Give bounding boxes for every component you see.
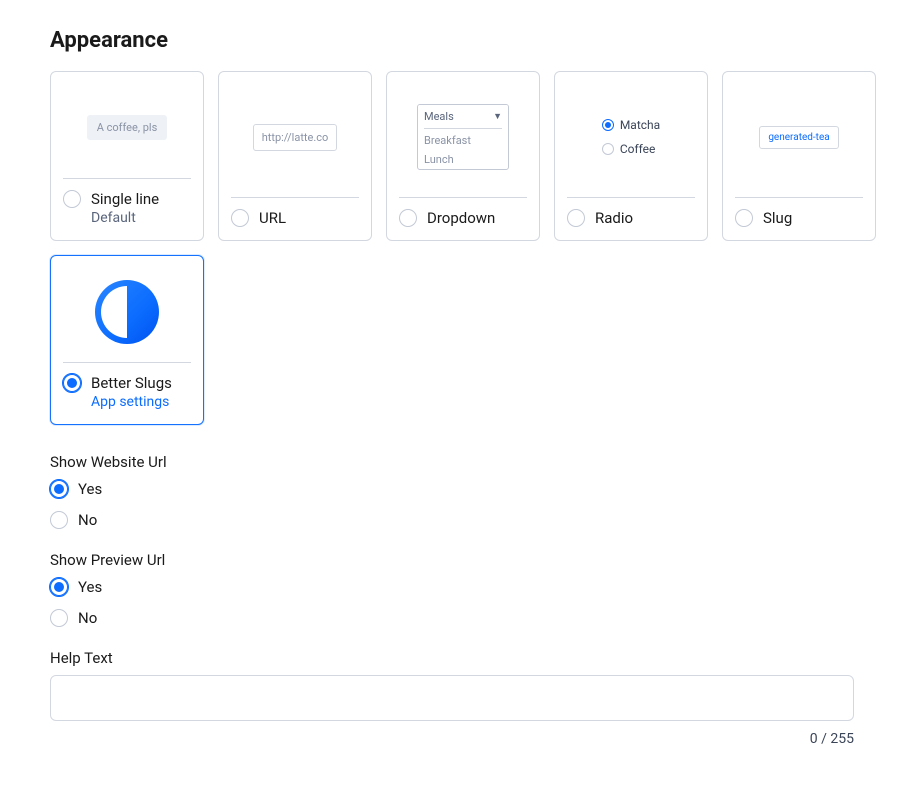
option-yes[interactable]: Yes	[50, 577, 854, 596]
option-label: No	[78, 511, 97, 529]
card-preview: Meals ▼ Breakfast Lunch	[399, 82, 527, 195]
char-counter: 0 / 255	[50, 731, 854, 747]
help-text-input[interactable]	[50, 675, 854, 721]
card-divider	[399, 197, 527, 198]
option-label: No	[78, 609, 97, 627]
card-sublabel: Default	[91, 209, 159, 228]
radio-selected-icon	[50, 578, 68, 596]
card-divider	[231, 197, 359, 198]
app-settings-link[interactable]: App settings	[91, 393, 172, 412]
card-divider	[63, 178, 191, 179]
card-label: Single line	[91, 189, 159, 209]
radio-unselected-icon[interactable]	[567, 209, 585, 227]
char-count: 0	[810, 731, 818, 747]
card-label: Slug	[763, 208, 792, 228]
char-max: 255	[830, 731, 854, 747]
preview-url-box: http://latte.co	[253, 124, 338, 151]
card-divider	[63, 362, 191, 363]
radio-unselected-icon[interactable]	[735, 209, 753, 227]
option-label: Yes	[78, 480, 102, 498]
card-preview	[63, 266, 191, 360]
setting-label: Help Text	[50, 649, 854, 667]
preview-slug-box: generated-tea	[759, 126, 838, 149]
preview-radio-option: Coffee	[620, 142, 656, 156]
card-divider	[735, 197, 863, 198]
card-preview: Matcha Coffee	[567, 82, 695, 195]
radio-selected-icon	[50, 480, 68, 498]
appearance-card-single-line[interactable]: A coffee, pls Single line Default	[50, 71, 204, 241]
preview-dropdown-option: Lunch	[418, 150, 508, 169]
preview-dropdown-option: Breakfast	[418, 131, 508, 150]
card-label: Better Slugs	[91, 373, 172, 393]
radio-unselected-icon	[50, 511, 68, 529]
appearance-card-slug[interactable]: generated-tea Slug	[722, 71, 876, 241]
section-title: Appearance	[50, 28, 854, 53]
preview-input-chip: A coffee, pls	[87, 115, 168, 140]
preview-radio-option: Matcha	[620, 118, 660, 132]
card-label: Dropdown	[427, 208, 495, 228]
radio-unselected-icon[interactable]	[231, 209, 249, 227]
card-preview: generated-tea	[735, 82, 863, 195]
option-yes[interactable]: Yes	[50, 479, 854, 498]
radio-unselected-icon[interactable]	[63, 190, 81, 208]
preview-dropdown: Meals ▼ Breakfast Lunch	[417, 104, 509, 170]
card-label: URL	[259, 208, 286, 228]
setting-group-preview-url: Show Preview Url Yes No	[50, 551, 854, 627]
setting-group-help-text: Help Text 0 / 255	[50, 649, 854, 747]
appearance-card-better-slugs[interactable]: Better Slugs App settings	[50, 255, 204, 425]
radio-unselected-icon	[602, 143, 614, 155]
appearance-card-url[interactable]: http://latte.co URL	[218, 71, 372, 241]
option-no[interactable]: No	[50, 608, 854, 627]
card-label: Radio	[595, 208, 633, 228]
appearance-card-dropdown[interactable]: Meals ▼ Breakfast Lunch Dropdown	[386, 71, 540, 241]
setting-label: Show Website Url	[50, 453, 854, 471]
caret-down-icon: ▼	[493, 111, 502, 122]
card-preview: A coffee, pls	[63, 82, 191, 176]
radio-unselected-icon	[50, 609, 68, 627]
appearance-card-grid: A coffee, pls Single line Default http:/…	[50, 71, 854, 241]
card-preview: http://latte.co	[231, 82, 359, 195]
appearance-card-radio[interactable]: Matcha Coffee Radio	[554, 71, 708, 241]
option-no[interactable]: No	[50, 510, 854, 529]
radio-unselected-icon[interactable]	[399, 209, 417, 227]
radio-selected-icon[interactable]	[63, 374, 81, 392]
preview-dropdown-label: Meals	[424, 110, 454, 123]
option-label: Yes	[78, 578, 102, 596]
setting-label: Show Preview Url	[50, 551, 854, 569]
setting-group-website-url: Show Website Url Yes No	[50, 453, 854, 529]
card-divider	[567, 197, 695, 198]
app-logo-icon	[95, 280, 159, 344]
radio-selected-icon	[602, 119, 614, 131]
